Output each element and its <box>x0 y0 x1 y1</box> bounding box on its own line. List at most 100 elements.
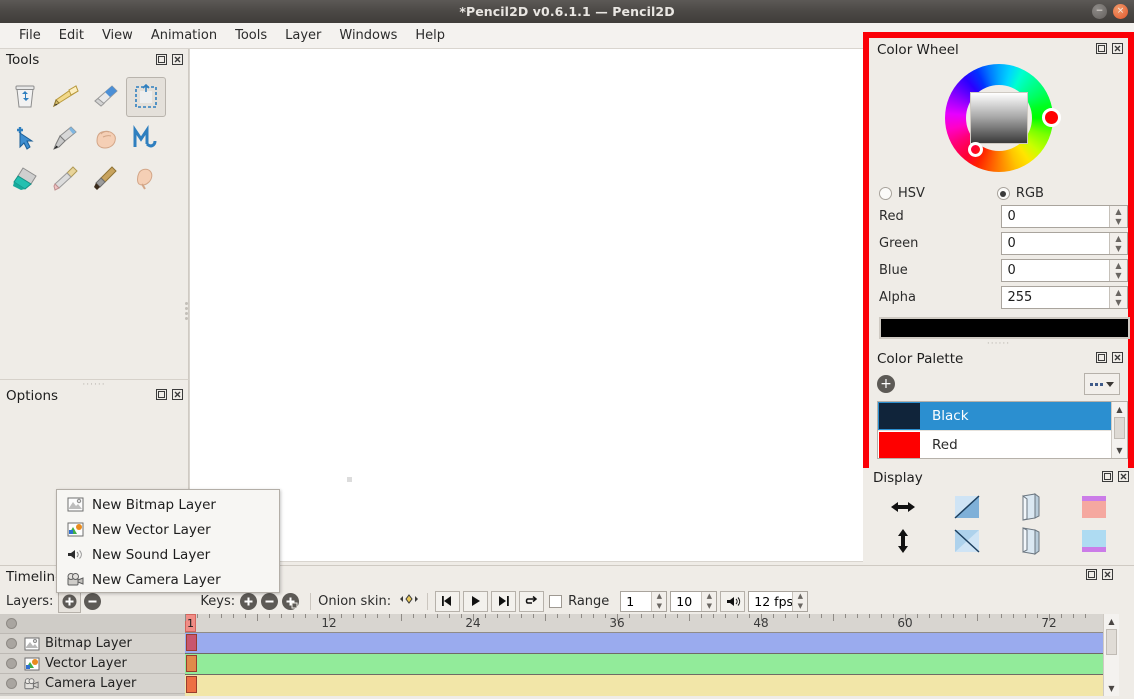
overlay-pink-button[interactable] <box>1062 490 1126 524</box>
close-icon[interactable] <box>1101 568 1114 581</box>
remove-key-button[interactable] <box>261 592 279 610</box>
menu-item-edit[interactable]: Edit <box>50 25 93 46</box>
scrollbar-thumb[interactable] <box>1106 629 1117 655</box>
hue-ring[interactable] <box>945 64 1061 172</box>
close-icon[interactable] <box>171 53 184 66</box>
close-icon[interactable] <box>1117 470 1130 483</box>
move-tool[interactable] <box>6 119 44 157</box>
rotate-counterclockwise-button[interactable] <box>935 524 999 558</box>
panel-splitter[interactable] <box>184 300 189 326</box>
scroll-up-icon[interactable]: ▲ <box>1112 402 1127 417</box>
blue-spin-buttons[interactable]: ▲ ▼ <box>1109 260 1127 281</box>
eyedropper-tool[interactable] <box>46 159 84 197</box>
loop-button[interactable] <box>519 590 545 612</box>
pencil-tool[interactable] <box>46 77 84 115</box>
keyframe-marker[interactable] <box>186 634 197 651</box>
close-icon[interactable] <box>1111 351 1124 364</box>
polyline-tool[interactable] <box>126 119 164 157</box>
sv-cursor[interactable] <box>968 142 983 157</box>
rotate-clockwise-button[interactable] <box>935 490 999 524</box>
scroll-down-icon[interactable]: ▼ <box>1104 681 1119 696</box>
fps-spin-buttons[interactable]: ▲ ▼ <box>792 591 808 611</box>
scrollbar-thumb[interactable] <box>1114 417 1125 439</box>
red-spin-buttons[interactable]: ▲ ▼ <box>1109 206 1127 227</box>
minimize-button[interactable]: − <box>1092 4 1107 19</box>
step-forward-button[interactable] <box>491 590 517 612</box>
fps-spinbox[interactable]: ▲▼ <box>748 590 809 612</box>
layer-row-vector[interactable]: Vector Layer <box>0 654 185 674</box>
drawing-canvas[interactable] <box>190 49 863 561</box>
context-item-new-sound-layer[interactable]: New Sound Layer <box>57 542 279 567</box>
canvas-area[interactable] <box>189 49 863 565</box>
color-palette-list[interactable]: Black Red ▲ ▼ <box>877 401 1128 459</box>
saturation-value-square[interactable] <box>970 92 1028 144</box>
red-spinbox[interactable]: ▲▼ <box>1000 205 1128 228</box>
layer-row-empty[interactable] <box>0 614 185 634</box>
visibility-toggle-icon[interactable] <box>6 618 17 629</box>
timeline-ruler[interactable]: 1 12 24 36 48 60 72 <box>185 614 1119 633</box>
eraser-tool[interactable] <box>86 77 124 115</box>
flip-horizontal-button[interactable] <box>871 490 935 524</box>
onion-skin-icon[interactable] <box>398 592 420 610</box>
mirror-button[interactable] <box>999 490 1063 524</box>
menu-item-animation[interactable]: Animation <box>142 25 226 46</box>
mirror-vertical-button[interactable] <box>999 524 1063 558</box>
visibility-toggle-icon[interactable] <box>6 658 17 669</box>
blue-spinbox[interactable]: ▲▼ <box>1000 259 1128 282</box>
float-icon[interactable] <box>1095 42 1108 55</box>
smudge-tool[interactable] <box>126 159 164 197</box>
play-button[interactable] <box>463 590 489 612</box>
hue-cursor[interactable] <box>1042 108 1061 127</box>
pen-tool[interactable] <box>46 119 84 157</box>
palette-scrollbar[interactable]: ▲ ▼ <box>1111 402 1127 458</box>
track-camera[interactable] <box>185 675 1119 696</box>
alpha-spin-buttons[interactable]: ▲ ▼ <box>1109 287 1127 308</box>
current-color-swatch[interactable] <box>879 317 1130 339</box>
palette-item-black[interactable]: Black <box>878 402 1127 431</box>
select-tool[interactable] <box>126 77 166 117</box>
menu-item-windows[interactable]: Windows <box>330 25 406 46</box>
green-spinbox[interactable]: ▲▼ <box>1000 232 1128 255</box>
alpha-spinbox[interactable]: ▲▼ <box>1000 286 1128 309</box>
context-item-new-vector-layer[interactable]: New Vector Layer <box>57 517 279 542</box>
remove-layer-button[interactable] <box>84 592 102 610</box>
color-wheel-widget[interactable] <box>869 62 1128 180</box>
brush-tool[interactable] <box>86 159 124 197</box>
palette-item-red[interactable]: Red <box>878 431 1127 458</box>
menu-item-layer[interactable]: Layer <box>276 25 330 46</box>
float-icon[interactable] <box>1095 351 1108 364</box>
visibility-toggle-icon[interactable] <box>6 638 17 649</box>
float-icon[interactable] <box>1085 568 1098 581</box>
duplicate-key-button[interactable] <box>282 592 300 610</box>
menu-item-file[interactable]: File <box>10 25 50 46</box>
menu-item-view[interactable]: View <box>93 25 142 46</box>
flip-vertical-button[interactable] <box>871 524 935 558</box>
menu-item-tools[interactable]: Tools <box>226 25 276 46</box>
layer-context-menu[interactable]: New Bitmap Layer New Vector Layer New So… <box>56 489 280 593</box>
green-spin-buttons[interactable]: ▲ ▼ <box>1109 233 1127 254</box>
scroll-up-icon[interactable]: ▲ <box>1104 614 1119 629</box>
track-vector[interactable] <box>185 654 1119 675</box>
close-icon[interactable] <box>171 388 184 401</box>
range-start-spinbox[interactable]: ▲▼ <box>620 590 668 612</box>
track-bitmap[interactable] <box>185 633 1119 654</box>
dock-grip[interactable]: ······ <box>987 340 1010 349</box>
keyframe-marker[interactable] <box>186 655 197 672</box>
float-icon[interactable] <box>155 53 168 66</box>
range-start-spin-buttons[interactable]: ▲ ▼ <box>651 591 667 611</box>
float-icon[interactable] <box>1101 470 1114 483</box>
range-checkbox[interactable] <box>549 594 563 608</box>
timeline-scrollbar[interactable]: ▲ ▼ <box>1103 614 1119 696</box>
step-back-button[interactable] <box>435 590 461 612</box>
context-item-new-bitmap-layer[interactable]: New Bitmap Layer <box>57 492 279 517</box>
visibility-toggle-icon[interactable] <box>6 678 17 689</box>
sound-button[interactable] <box>720 590 746 612</box>
float-icon[interactable] <box>155 388 168 401</box>
scroll-down-icon[interactable]: ▼ <box>1112 443 1127 458</box>
layer-row-bitmap[interactable]: Bitmap Layer <box>0 634 185 654</box>
range-end-spin-buttons[interactable]: ▲ ▼ <box>701 591 717 611</box>
close-button[interactable]: × <box>1113 4 1128 19</box>
bucket-tool[interactable] <box>6 159 44 197</box>
hsv-radio[interactable]: HSV <box>879 186 925 201</box>
clear-tool[interactable] <box>6 77 44 115</box>
